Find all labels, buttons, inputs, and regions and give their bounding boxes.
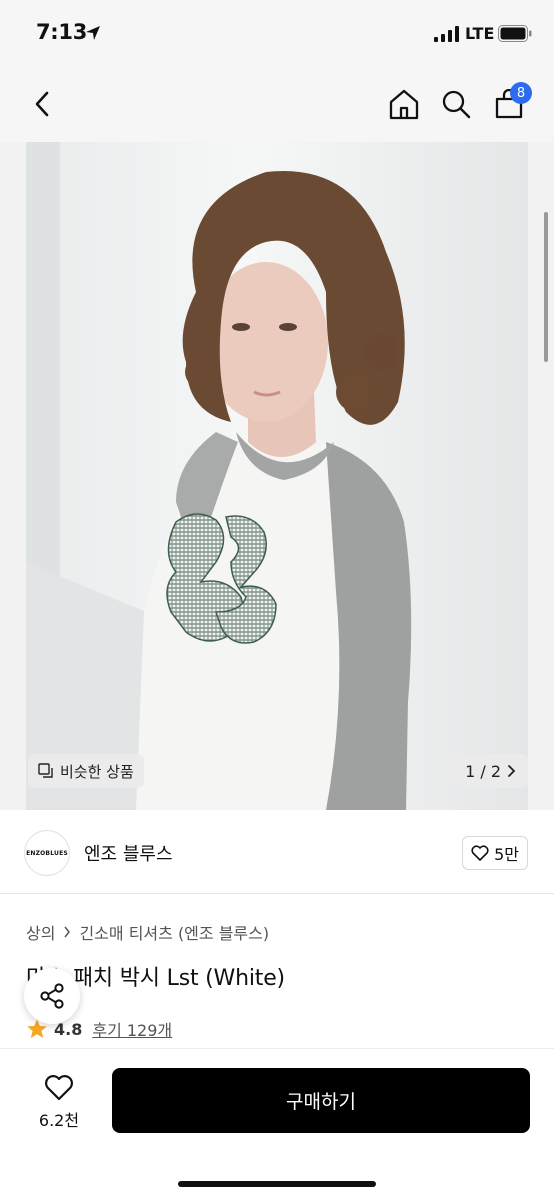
brand-name[interactable]: 엔조 블루스	[84, 840, 173, 866]
share-icon	[40, 983, 64, 1009]
home-button[interactable]	[385, 84, 423, 124]
share-button[interactable]	[24, 968, 80, 1024]
brand-logo-text: ENZOBLUES	[26, 849, 68, 857]
wishlist-button[interactable]: 6.2천	[26, 1069, 92, 1135]
image-page-indicator[interactable]: 1 / 2	[453, 754, 528, 788]
top-nav: 8	[0, 66, 554, 142]
similar-products-label: 비슷한 상품	[60, 762, 134, 781]
breadcrumb: 상의 긴소매 티셔츠 (엔조 블루스)	[26, 920, 269, 944]
product-image-gallery[interactable]: 비슷한 상품 1 / 2	[0, 142, 554, 810]
copy-icon	[38, 763, 53, 778]
product-photo	[26, 142, 528, 810]
battery-icon	[498, 25, 532, 46]
review-count-link[interactable]: 후기 129개	[92, 1017, 172, 1041]
cart-button[interactable]: 8	[490, 82, 532, 124]
status-bar: 7:13 LTE	[0, 0, 554, 66]
breadcrumb-subcategory[interactable]: 긴소매 티셔츠 (엔조 블루스)	[79, 920, 269, 944]
scroll-indicator	[544, 212, 548, 362]
brand-like-count: 5만	[494, 845, 519, 864]
brand-logo[interactable]: ENZOBLUES	[24, 830, 70, 876]
bottom-action-bar: 6.2천 구매하기	[0, 1048, 554, 1200]
location-arrow-icon	[84, 24, 102, 46]
breadcrumb-category[interactable]: 상의	[26, 920, 55, 944]
status-time: 7:13	[36, 20, 88, 44]
buy-button[interactable]: 구매하기	[112, 1068, 530, 1133]
signal-icon	[434, 26, 460, 46]
back-button[interactable]	[24, 86, 60, 122]
page-indicator-text: 1 / 2	[465, 761, 501, 781]
search-icon	[442, 90, 471, 119]
chevron-left-icon	[35, 91, 49, 117]
heart-icon	[471, 845, 489, 861]
network-label: LTE	[465, 24, 495, 43]
home-indicator	[178, 1181, 376, 1187]
product-title-text: 패치 박시 Lst (White)	[72, 966, 285, 991]
wishlist-count: 6.2천	[38, 1110, 80, 1130]
chevron-right-icon	[508, 765, 516, 777]
brand-like-button[interactable]: 5만	[462, 836, 528, 870]
chevron-right-icon	[64, 926, 71, 938]
similar-products-button[interactable]: 비슷한 상품	[28, 754, 144, 788]
heart-icon	[45, 1074, 73, 1100]
cart-count-badge: 8	[510, 82, 532, 104]
home-icon	[389, 89, 419, 120]
search-button[interactable]	[437, 84, 475, 124]
brand-row: ENZOBLUES 엔조 블루스 5만	[0, 810, 554, 894]
